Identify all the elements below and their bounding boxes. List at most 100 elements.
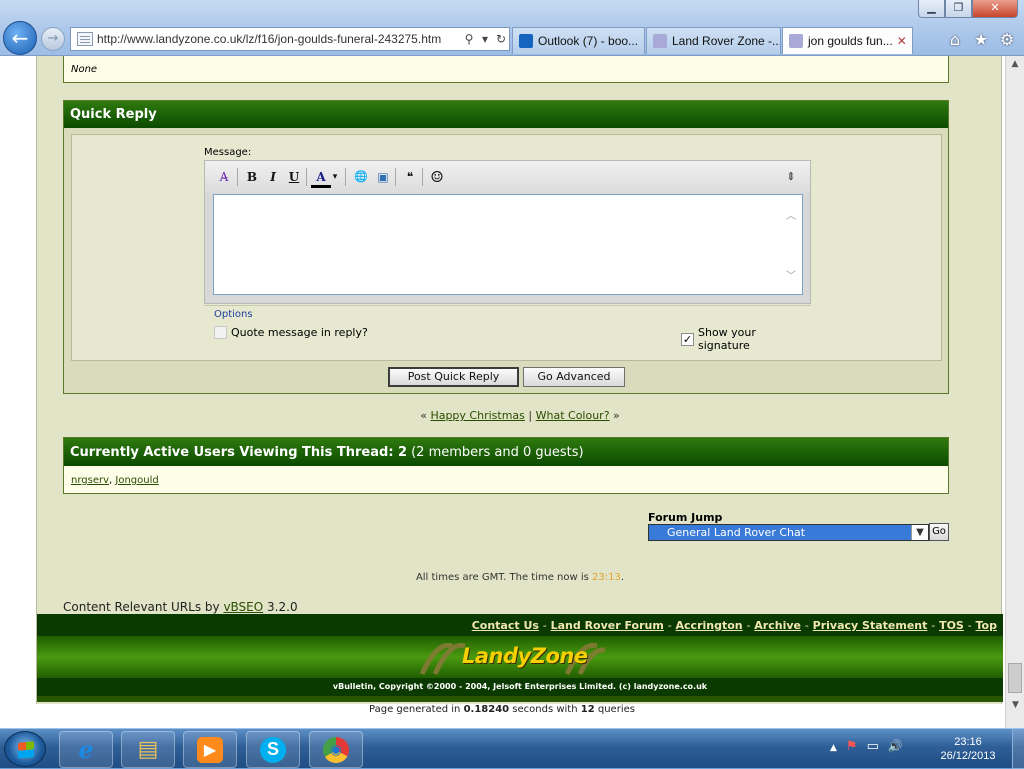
tools-icon[interactable]: ⚙ [998,30,1016,49]
chevron-down-icon[interactable]: ▾ [329,168,341,186]
volume-icon[interactable]: 🔊 [888,739,903,757]
user-link-jongould[interactable]: Jongould [115,475,158,486]
time-notice: All times are GMT. The time now is 23:13… [37,572,1003,583]
footer-link-accrington[interactable]: Accrington [676,619,743,632]
tab-land-rover-zone[interactable]: Land Rover Zone -... [646,27,781,54]
back-button[interactable]: ← [3,21,37,55]
quote-checkbox[interactable] [214,326,227,339]
font-color-button[interactable]: A [311,168,331,188]
taskbar-media-player[interactable]: ▶ [183,731,237,768]
taskbar-chrome[interactable]: ◉ [309,731,363,768]
search-icon[interactable]: ⚲ [461,32,477,46]
close-tab-icon[interactable]: ✕ [893,34,907,48]
forum-jump-go-button[interactable]: Go [929,523,949,541]
media-player-icon: ▶ [197,736,223,763]
next-thread-link[interactable]: What Colour? [536,409,610,422]
page-viewport: None Quick Reply Message: A̶ B I U A ▾ 🌐… [0,56,1024,728]
remove-format-icon[interactable]: A̶ [214,168,234,186]
chevron-down-icon[interactable]: ▼ [911,525,928,540]
forum-jump-select[interactable]: General Land Rover Chat ▼ [648,524,929,541]
taskbar-clock[interactable]: 23:16 26/12/2013 [928,735,1008,763]
action-center-flag-icon[interactable]: ⚑ [846,739,858,757]
minimize-button[interactable]: ▁ [918,0,945,18]
address-url[interactable]: http://www.landyzone.co.uk/lz/f16/jon-go… [97,32,461,46]
options-legend: Options [214,309,253,320]
scroll-up-icon[interactable]: ▲ [1006,56,1024,73]
footer-link-tos[interactable]: TOS [939,619,964,632]
post-quick-reply-button[interactable]: Post Quick Reply [388,367,519,387]
forward-button[interactable]: → [41,27,65,51]
message-textarea[interactable]: ︿ ﹀ [213,194,803,295]
quick-reply-body: Message: A̶ B I U A ▾ 🌐 ▣ ❝ ☺ ⇕ ︿ ﹀ Opti… [71,134,942,361]
home-icon[interactable]: ⌂ [946,30,964,49]
user-link-nrgserv[interactable]: nrgserv [71,475,109,486]
footer-bottom-bar [37,696,1003,702]
taskbar-skype[interactable]: S [246,731,300,768]
maximize-button[interactable]: ❐ [945,0,972,18]
footer-link-privacy[interactable]: Privacy Statement [813,619,928,632]
insert-image-icon[interactable]: ▣ [373,168,393,186]
landyzone-favicon [789,34,803,48]
active-users-detail: (2 members and 0 guests) [411,444,584,460]
footer-separator: - [542,619,547,632]
insert-link-icon[interactable]: 🌐 [351,168,371,186]
signature-checkbox[interactable]: ✓ [681,332,694,346]
dropdown-icon[interactable]: ▾ [477,32,493,46]
forum-jump-label: Forum Jump [648,511,723,524]
browser-chrome: ▁ ❐ ✕ ← → http://www.landyzone.co.uk/lz/… [0,0,1024,56]
quote-icon[interactable]: ❝ [400,168,420,186]
page-generated-info: Page generated in 0.18240 seconds with 1… [0,704,1004,715]
underline-button[interactable]: U [284,168,304,186]
previous-post-box: None [63,56,949,83]
tab-outlook[interactable]: Outlook (7) - boo... [512,27,645,54]
time-prefix: All times are GMT. The time now is [415,572,589,583]
signature-option[interactable]: ✓ Show your signature [681,326,811,352]
system-tray: ▲ ⚑ ▭ 🔊 [830,739,903,757]
thread-navigation: « Happy Christmas | What Colour? » [37,409,1003,422]
page-icon [77,32,93,46]
footer-separator: - [667,619,672,632]
vbseo-version: 3.2.0 [267,600,298,614]
scroll-down-icon[interactable]: ▼ [1006,697,1024,714]
network-icon[interactable]: ▭ [867,739,879,757]
vbseo-prefix: Content Relevant URLs by [63,600,220,614]
pg-seconds: 0.18240 [463,704,510,715]
tab-jon-goulds-funeral[interactable]: jon goulds fun... ✕ [782,27,913,54]
go-advanced-button[interactable]: Go Advanced [523,367,625,387]
scroll-thumb[interactable] [1008,663,1022,693]
landyzone-logo[interactable]: LandyZone [462,644,588,668]
footer-link-contact-us[interactable]: Contact Us [472,619,539,632]
show-desktop-button[interactable] [1012,729,1024,769]
internet-explorer-icon: e [78,735,94,764]
forum-jump-selected: General Land Rover Chat [667,526,806,539]
toolbar-separator [345,168,346,186]
taskbar-file-explorer[interactable]: ▤ [121,731,175,768]
close-window-button[interactable]: ✕ [972,0,1018,18]
footer-link-land-rover-forum[interactable]: Land Rover Forum [551,619,664,632]
bold-button[interactable]: B [242,168,262,186]
current-time: 23:13 [592,572,621,583]
favorites-icon[interactable]: ★ [972,30,990,49]
smilie-icon[interactable]: ☺ [427,168,447,186]
address-bar[interactable]: http://www.landyzone.co.uk/lz/f16/jon-go… [70,27,510,51]
refresh-icon[interactable]: ↻ [493,32,509,46]
taskbar-internet-explorer[interactable]: e [59,731,113,768]
chevron-down-icon[interactable]: ﹀ [786,267,796,282]
active-users-panel: Currently Active Users Viewing This Thre… [63,437,949,494]
quote-option[interactable]: Quote message in reply? [214,326,368,339]
resize-icon[interactable]: ⇕ [781,168,801,186]
prev-thread-link[interactable]: Happy Christmas [430,409,524,422]
next-arrow: » [613,409,620,422]
chevron-up-icon[interactable]: ︿ [786,207,796,222]
start-button[interactable] [4,731,46,767]
vbseo-link[interactable]: vBSEO [223,600,263,614]
footer-link-top[interactable]: Top [976,619,997,632]
previous-post-text: None [71,64,98,75]
options-fieldset: Options Quote message in reply? ✓ Show y… [204,305,811,352]
editor-toolbar: A̶ B I U A ▾ 🌐 ▣ ❝ ☺ ⇕ [205,161,810,193]
message-editor: A̶ B I U A ▾ 🌐 ▣ ❝ ☺ ⇕ ︿ ﹀ [204,160,811,304]
page-scrollbar[interactable]: ▲ ▼ [1005,56,1024,728]
footer-link-archive[interactable]: Archive [754,619,801,632]
italic-button[interactable]: I [263,168,283,186]
tray-expand-icon[interactable]: ▲ [830,739,837,757]
